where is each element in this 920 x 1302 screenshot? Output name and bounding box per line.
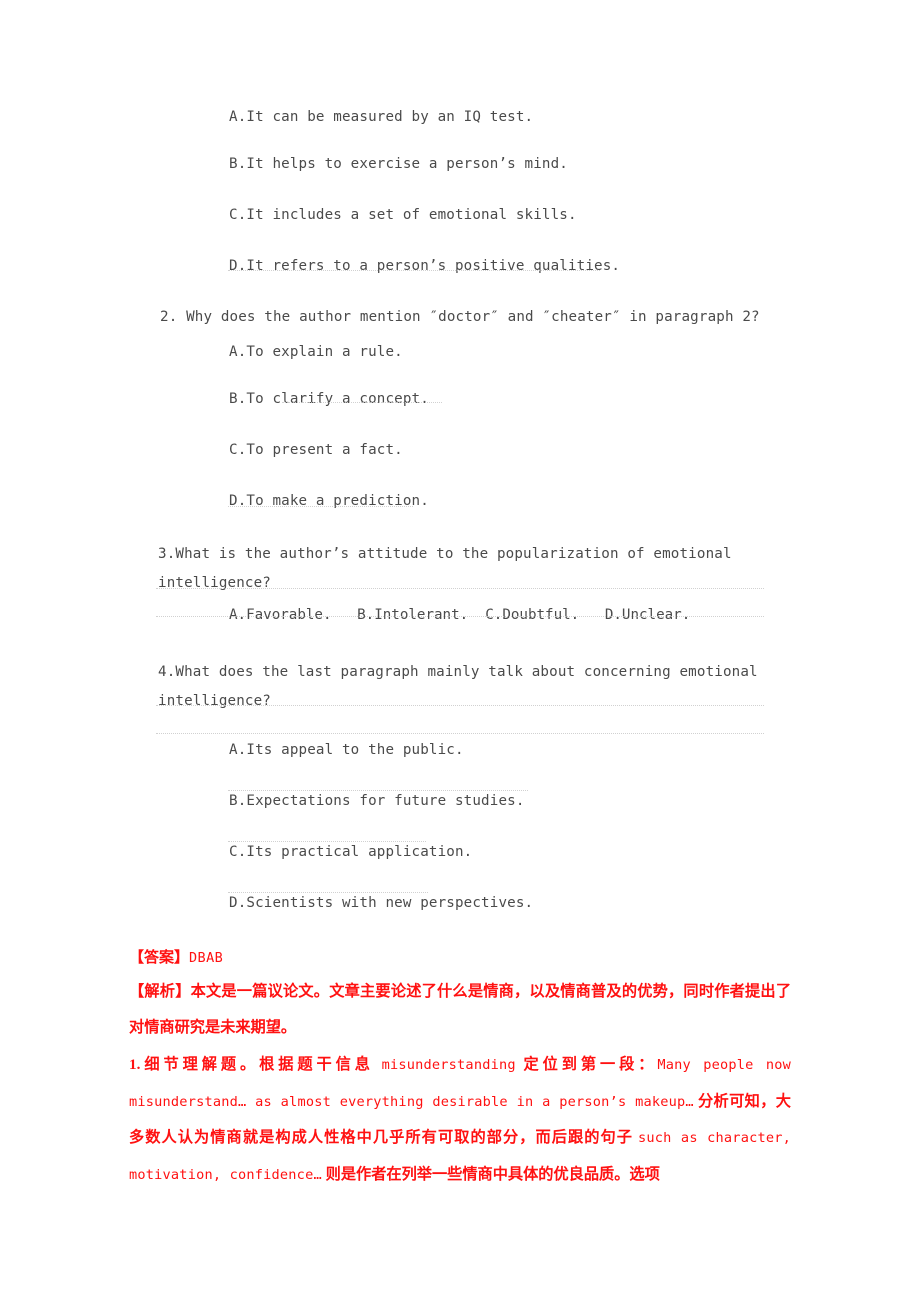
option-b[interactable]: B.Expectations for future studies.	[229, 767, 791, 818]
option-b[interactable]: B.To clarify a concept.	[229, 365, 791, 416]
analysis-paragraph: 【解析】本文是一篇议论文。文章主要论述了什么是情商，以及情商普及的优势，同时作者…	[129, 974, 791, 1045]
answer-value: DBAB	[189, 950, 224, 966]
option-d[interactable]: D.To make a prediction.	[229, 467, 791, 518]
explanation-seg1: 1.细节理解题。根据题干信息	[129, 1056, 382, 1073]
question-3-options-inline[interactable]: A.Favorable. B.Intolerant. C.Doubtful. D…	[229, 598, 791, 632]
answer-label: 【答案】	[129, 950, 190, 966]
option-c[interactable]: C.Its practical application.	[229, 818, 791, 869]
answer-explanation-section: 【答案】DBAB 【解析】本文是一篇议论文。文章主要论述了什么是情商，以及情商普…	[129, 944, 791, 1193]
option-a[interactable]: A.It can be measured by an IQ test.	[229, 96, 791, 130]
question-4-options: A.Its appeal to the public. B.Expectatio…	[129, 716, 791, 920]
question-3-stem-line2: intelligence?	[158, 575, 271, 591]
explanation-paragraph-1: 1.细节理解题。根据题干信息 misunderstanding 定位到第一段：M…	[129, 1047, 791, 1193]
question-2-options: A.To explain a rule. B.To clarify a conc…	[129, 331, 791, 518]
question-3-stem-line1: 3.What is the author’s attitude to the p…	[158, 546, 732, 562]
option-c[interactable]: C.It includes a set of emotional skills.	[229, 181, 791, 232]
page-bottom-clip	[0, 1186, 920, 1302]
question-2-stem: 2. Why does the author mention ″doctor″ …	[160, 309, 760, 325]
option-a[interactable]: A.Its appeal to the public.	[229, 716, 791, 767]
analysis-text: 本文是一篇议论文。文章主要论述了什么是情商，以及情商普及的优势，同时作者提出了对…	[129, 983, 792, 1036]
explanation-keyword: misunderstanding	[381, 1057, 516, 1073]
question-1-options: A.It can be measured by an IQ test. B.It…	[129, 96, 791, 283]
exam-questions-container: A.It can be measured by an IQ test. B.It…	[129, 96, 791, 920]
option-a[interactable]: A.To explain a rule.	[229, 331, 791, 365]
option-d[interactable]: D.It refers to a person’s positive quali…	[229, 232, 791, 283]
document-page: A.It can be measured by an IQ test. B.It…	[0, 0, 920, 1302]
option-d[interactable]: D.Scientists with new perspectives.	[229, 869, 791, 920]
question-4-stem-line2: intelligence?	[158, 693, 271, 709]
option-b[interactable]: B.It helps to exercise a person’s mind.	[229, 130, 791, 181]
answer-line: 【答案】DBAB	[129, 944, 791, 973]
analysis-label: 【解析】	[129, 983, 191, 1000]
question-4-stem-line1: 4.What does the last paragraph mainly ta…	[158, 664, 758, 680]
option-c[interactable]: C.To present a fact.	[229, 416, 791, 467]
explanation-seg3: 定位到第一段：	[515, 1056, 658, 1073]
explanation-seg7: 则是作者在列举一些情商中具体的优良品质。选项	[321, 1165, 660, 1183]
